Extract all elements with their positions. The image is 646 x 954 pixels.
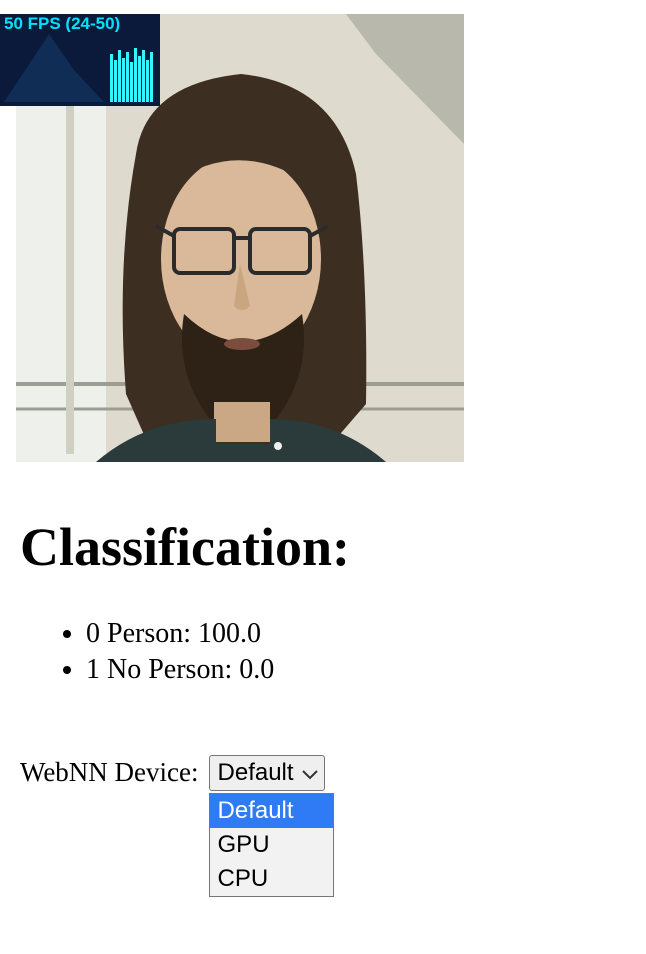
fps-text: 50 FPS (24-50) bbox=[0, 14, 160, 34]
device-option-default[interactable]: Default bbox=[210, 794, 333, 828]
device-selector-row: WebNN Device: Default Default GPU CPU bbox=[0, 755, 646, 791]
list-item: 1 No Person: 0.0 bbox=[86, 652, 626, 688]
device-label: WebNN Device: bbox=[20, 757, 199, 788]
classification-section: Classification: 0 Person: 100.0 1 No Per… bbox=[0, 462, 646, 689]
list-item: 0 Person: 100.0 bbox=[86, 616, 626, 652]
device-select[interactable]: Default bbox=[209, 755, 325, 791]
chevron-down-icon bbox=[302, 759, 318, 787]
device-dropdown: Default GPU CPU bbox=[209, 793, 334, 897]
fps-graph-svg bbox=[4, 32, 156, 102]
classification-heading: Classification: bbox=[20, 516, 626, 578]
device-select-wrapper: Default Default GPU CPU bbox=[209, 755, 325, 791]
fps-graph bbox=[4, 32, 156, 102]
device-option-cpu[interactable]: CPU bbox=[210, 862, 333, 896]
device-option-gpu[interactable]: GPU bbox=[210, 828, 333, 862]
classification-results: 0 Person: 100.0 1 No Person: 0.0 bbox=[20, 616, 626, 689]
fps-overlay: 50 FPS (24-50) bbox=[0, 14, 160, 106]
device-select-value: Default bbox=[218, 759, 294, 786]
